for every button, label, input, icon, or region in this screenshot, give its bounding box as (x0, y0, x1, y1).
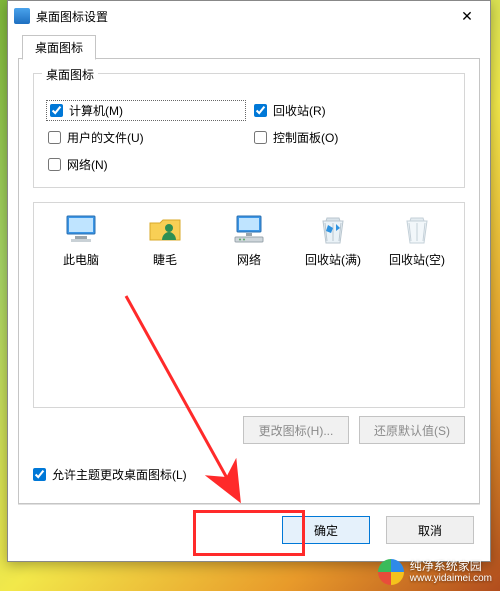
checkbox-cpanel-label: 控制面板(O) (273, 129, 338, 146)
icon-label: 网络 (237, 251, 261, 268)
icon-item-recycle-full[interactable]: 回收站(满) (292, 213, 374, 268)
ok-button[interactable]: 确定 (282, 516, 370, 544)
button-label: 取消 (418, 522, 442, 539)
icon-list[interactable]: 此电脑 睫毛 网络 回收站(满) (33, 202, 465, 408)
checkbox-allow-theme[interactable]: 允许主题更改桌面图标(L) (33, 466, 465, 483)
button-label: 确定 (314, 522, 338, 539)
icon-buttons-row: 更改图标(H)... 还原默认值(S) (33, 416, 465, 444)
watermark-line2: www.yidaimei.com (410, 573, 492, 584)
app-icon (14, 8, 30, 24)
network-icon (231, 213, 267, 245)
checkbox-userfiles[interactable]: 用户的文件(U) (48, 129, 244, 146)
tab-body: 桌面图标 计算机(M) 回收站(R) 用户的文件(U) 控制面板(O) (18, 59, 480, 504)
icon-item-user-folder[interactable]: 睫毛 (124, 213, 206, 268)
checkbox-allow-theme-label: 允许主题更改桌面图标(L) (52, 466, 187, 483)
group-desktop-icons: 桌面图标 计算机(M) 回收站(R) 用户的文件(U) 控制面板(O) (33, 73, 465, 188)
checkbox-cpanel[interactable]: 控制面板(O) (254, 129, 450, 146)
checkbox-network[interactable]: 网络(N) (48, 156, 244, 173)
checkbox-computer-label: 计算机(M) (69, 102, 123, 119)
icon-label: 回收站(满) (305, 251, 361, 268)
icon-item-recycle-empty[interactable]: 回收站(空) (376, 213, 458, 268)
icon-label: 此电脑 (63, 251, 99, 268)
this-pc-icon (63, 213, 99, 245)
close-button[interactable]: ✕ (448, 5, 486, 27)
icon-item-network[interactable]: 网络 (208, 213, 290, 268)
checkbox-userfiles-input[interactable] (48, 131, 61, 144)
watermark-logo-icon (378, 559, 404, 585)
button-label: 还原默认值(S) (374, 422, 450, 439)
tab-strip: 桌面图标 (18, 35, 480, 59)
user-folder-icon (147, 213, 183, 245)
checkbox-userfiles-label: 用户的文件(U) (67, 129, 144, 146)
titlebar: 桌面图标设置 ✕ (8, 1, 490, 31)
cancel-button[interactable]: 取消 (386, 516, 474, 544)
desktop-icon-settings-dialog: 桌面图标设置 ✕ 桌面图标 桌面图标 计算机(M) 回收站(R) 用户的文件(U… (7, 0, 491, 562)
checkbox-recycle-input[interactable] (254, 104, 267, 117)
icon-label: 睫毛 (153, 251, 177, 268)
watermark: 纯净系统家园 www.yidaimei.com (378, 559, 492, 585)
checkbox-cpanel-input[interactable] (254, 131, 267, 144)
checkbox-computer[interactable]: 计算机(M) (48, 102, 244, 119)
icon-item-this-pc[interactable]: 此电脑 (40, 213, 122, 268)
checkbox-grid: 计算机(M) 回收站(R) 用户的文件(U) 控制面板(O) 网络(N) (48, 102, 450, 173)
watermark-line1: 纯净系统家园 (410, 560, 492, 573)
button-label: 更改图标(H)... (259, 422, 334, 439)
window-title: 桌面图标设置 (36, 8, 448, 25)
checkbox-recycle[interactable]: 回收站(R) (254, 102, 450, 119)
theme-checkbox-row: 允许主题更改桌面图标(L) (33, 466, 465, 483)
close-icon: ✕ (461, 8, 473, 25)
restore-default-button[interactable]: 还原默认值(S) (359, 416, 465, 444)
group-legend: 桌面图标 (42, 66, 98, 83)
checkbox-computer-input[interactable] (50, 104, 63, 117)
checkbox-recycle-label: 回收站(R) (273, 102, 326, 119)
recycle-full-icon (315, 213, 351, 245)
icon-label: 回收站(空) (389, 251, 445, 268)
dialog-footer: 确定 取消 (18, 504, 480, 555)
checkbox-network-label: 网络(N) (67, 156, 108, 173)
checkbox-allow-theme-input[interactable] (33, 468, 46, 481)
recycle-empty-icon (399, 213, 435, 245)
checkbox-network-input[interactable] (48, 158, 61, 171)
change-icon-button[interactable]: 更改图标(H)... (243, 416, 349, 444)
tab-label: 桌面图标 (35, 39, 83, 56)
tab-desktop-icons[interactable]: 桌面图标 (22, 35, 96, 60)
